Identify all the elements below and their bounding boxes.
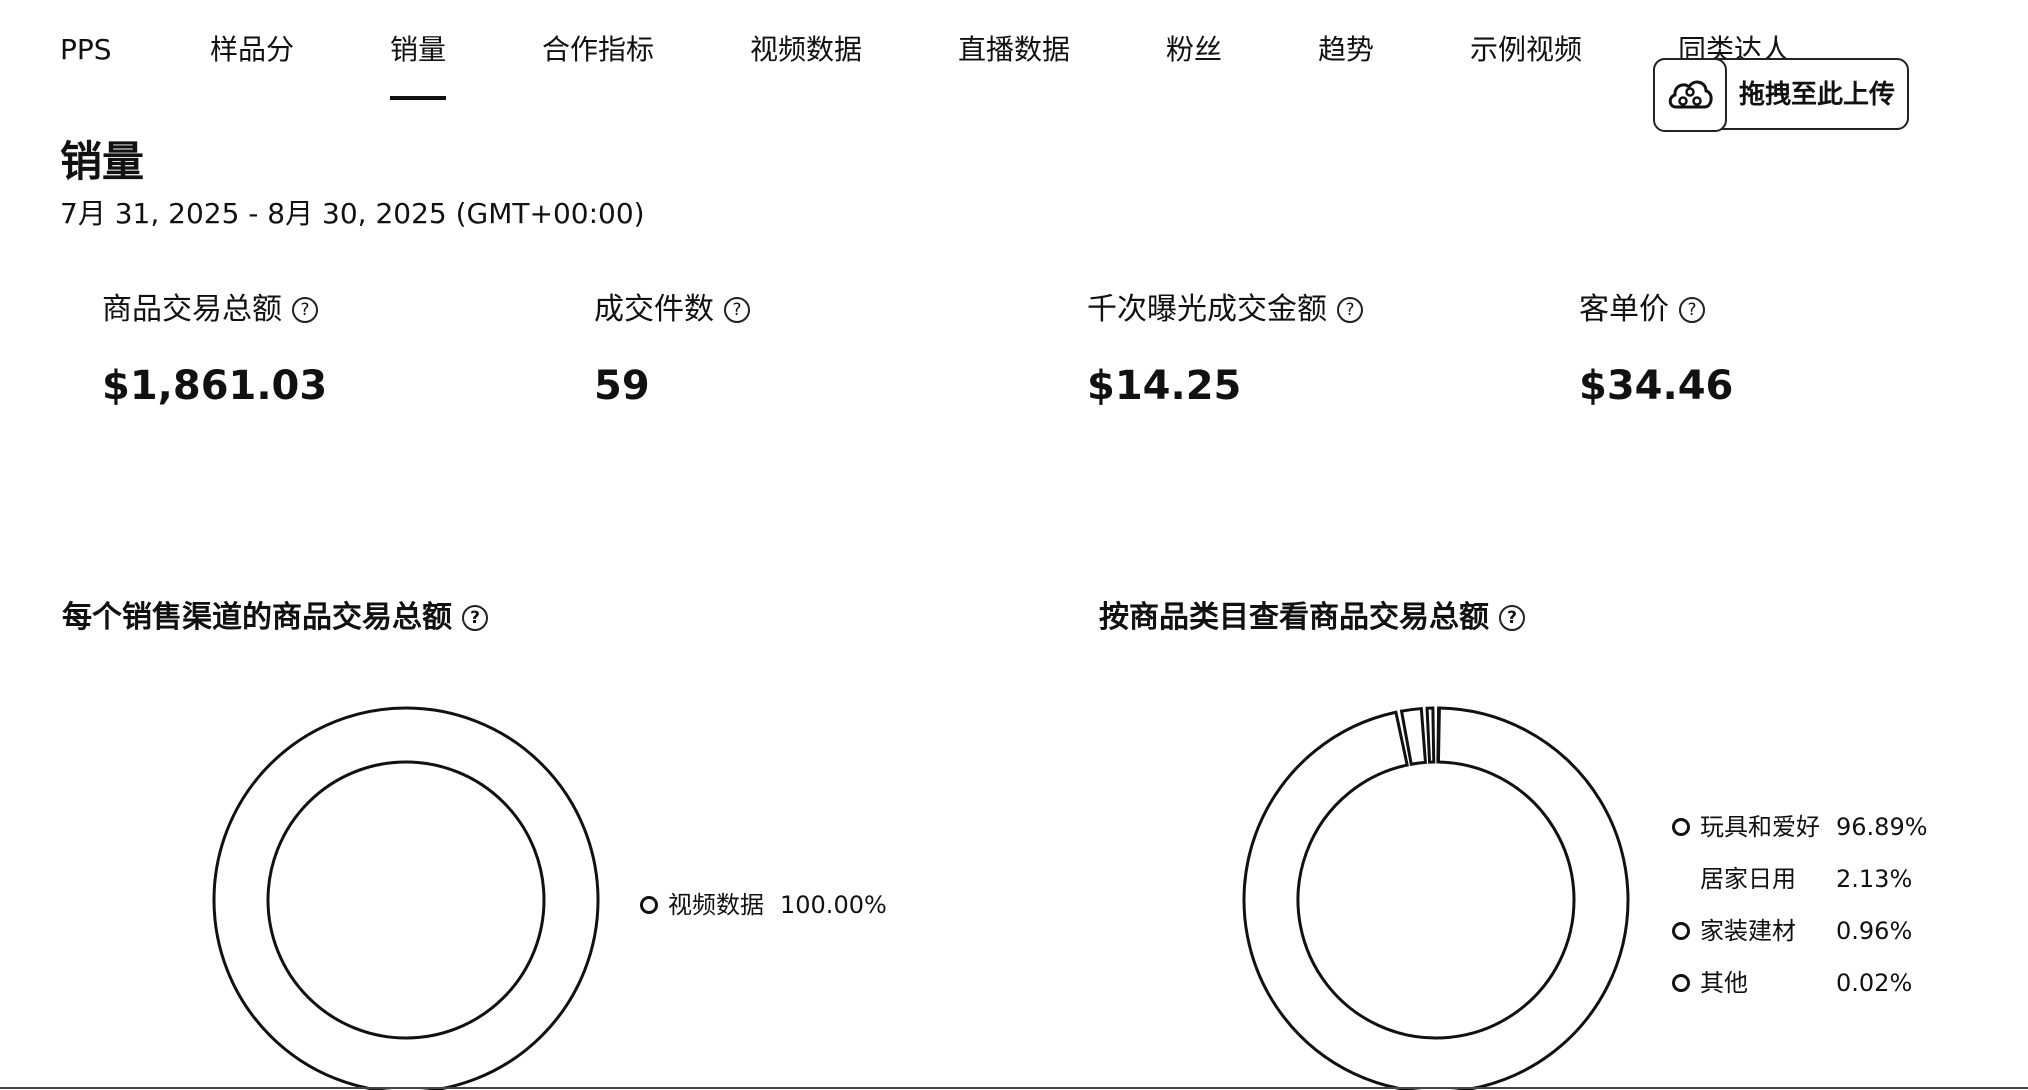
legend-item[interactable]: 居家日用 2.13%: [1672, 863, 2002, 895]
donut-slice-视频数据[interactable]: [212, 706, 600, 1090]
kpi-gmv: 商品交易总额 ? $1,861.03: [102, 288, 327, 412]
channel-chart-title-row: 每个销售渠道的商品交易总额 ?: [62, 596, 488, 640]
category-legend: 玩具和爱好 96.89% 居家日用 2.13% 家装建材 0.96% 其他 0.…: [1672, 811, 2002, 999]
channel-donut-chart: [212, 706, 600, 1090]
legend-item[interactable]: 玩具和爱好 96.89%: [1672, 811, 2002, 843]
legend-name: 玩具和爱好: [1700, 813, 1820, 841]
legend-percent: 0.02%: [1836, 969, 1913, 997]
legend-dot-icon: [640, 896, 658, 914]
kpi-avg-order-value: 客单价 ? $34.46: [1579, 288, 1733, 412]
tab-sample-score[interactable]: 样品分: [210, 30, 294, 70]
legend-item[interactable]: 其他 0.02%: [1672, 967, 2002, 999]
category-chart-title: 按商品类目查看商品交易总额: [1099, 600, 1489, 635]
legend-dot-icon: [1672, 818, 1690, 836]
kpi-items-sold: 成交件数 ? 59: [594, 288, 750, 412]
kpi-value: 59: [594, 363, 650, 409]
help-icon[interactable]: ?: [1499, 605, 1525, 631]
legend-percent: 0.96%: [1836, 917, 1913, 945]
kpi-label: 客单价: [1579, 292, 1669, 327]
legend-dot-icon: [1672, 922, 1690, 940]
help-icon[interactable]: ?: [292, 297, 318, 323]
tab-video-data[interactable]: 视频数据: [750, 30, 862, 70]
tab-sales[interactable]: 销量: [390, 30, 447, 100]
kpi-gpm: 千次曝光成交金额 ? $14.25: [1087, 288, 1363, 412]
kpi-label: 千次曝光成交金额: [1087, 292, 1327, 327]
page-title: 销量: [60, 137, 145, 186]
donut-slice-玩具和爱好[interactable]: [1242, 706, 1630, 1090]
channel-legend: 视频数据 100.00%: [640, 889, 940, 921]
kpi-value: $14.25: [1087, 363, 1242, 409]
upload-label[interactable]: 拖拽至此上传: [1739, 76, 1895, 114]
cloud-nodes-icon[interactable]: [1653, 58, 1727, 132]
legend-percent: 100.00%: [780, 891, 887, 919]
tab-example-videos[interactable]: 示例视频: [1470, 30, 1582, 70]
legend-percent: 96.89%: [1836, 813, 1928, 841]
kpi-label: 成交件数: [594, 292, 714, 327]
tab-live-data[interactable]: 直播数据: [958, 30, 1070, 70]
bottom-divider: [0, 1087, 2028, 1089]
tab-followers[interactable]: 粉丝: [1166, 30, 1222, 70]
category-donut-chart: [1242, 706, 1630, 1090]
tab-pps[interactable]: PPS: [60, 30, 112, 70]
drag-upload-widget[interactable]: 拖拽至此上传: [1653, 58, 1909, 132]
legend-name: 其他: [1700, 969, 1748, 997]
legend-percent: 2.13%: [1836, 865, 1913, 893]
category-chart-title-row: 按商品类目查看商品交易总额 ?: [1099, 596, 1525, 640]
kpi-label: 商品交易总额: [102, 292, 282, 327]
legend-name: 家装建材: [1700, 917, 1796, 945]
legend-dot-icon: [1672, 974, 1690, 992]
tab-trends[interactable]: 趋势: [1318, 30, 1374, 70]
tab-collaboration-metrics[interactable]: 合作指标: [542, 30, 654, 70]
channel-chart-title: 每个销售渠道的商品交易总额: [62, 600, 452, 635]
date-range: 7月 31, 2025 - 8月 30, 2025 (GMT+00:00): [60, 197, 645, 230]
legend-name: 视频数据: [668, 891, 764, 919]
kpi-value: $34.46: [1579, 363, 1734, 409]
donut-inner-ring: [266, 760, 546, 1040]
kpi-value: $1,861.03: [102, 363, 328, 409]
help-icon[interactable]: ?: [462, 605, 488, 631]
legend-item[interactable]: 家装建材 0.96%: [1672, 915, 2002, 947]
help-icon[interactable]: ?: [724, 297, 750, 323]
legend-name: 居家日用: [1700, 865, 1796, 893]
donut-slice-其他[interactable]: [1436, 706, 1441, 764]
legend-item[interactable]: 视频数据 100.00%: [640, 889, 940, 921]
donut-slice-家装建材[interactable]: [1425, 706, 1436, 764]
help-icon[interactable]: ?: [1679, 297, 1705, 323]
help-icon[interactable]: ?: [1337, 297, 1363, 323]
